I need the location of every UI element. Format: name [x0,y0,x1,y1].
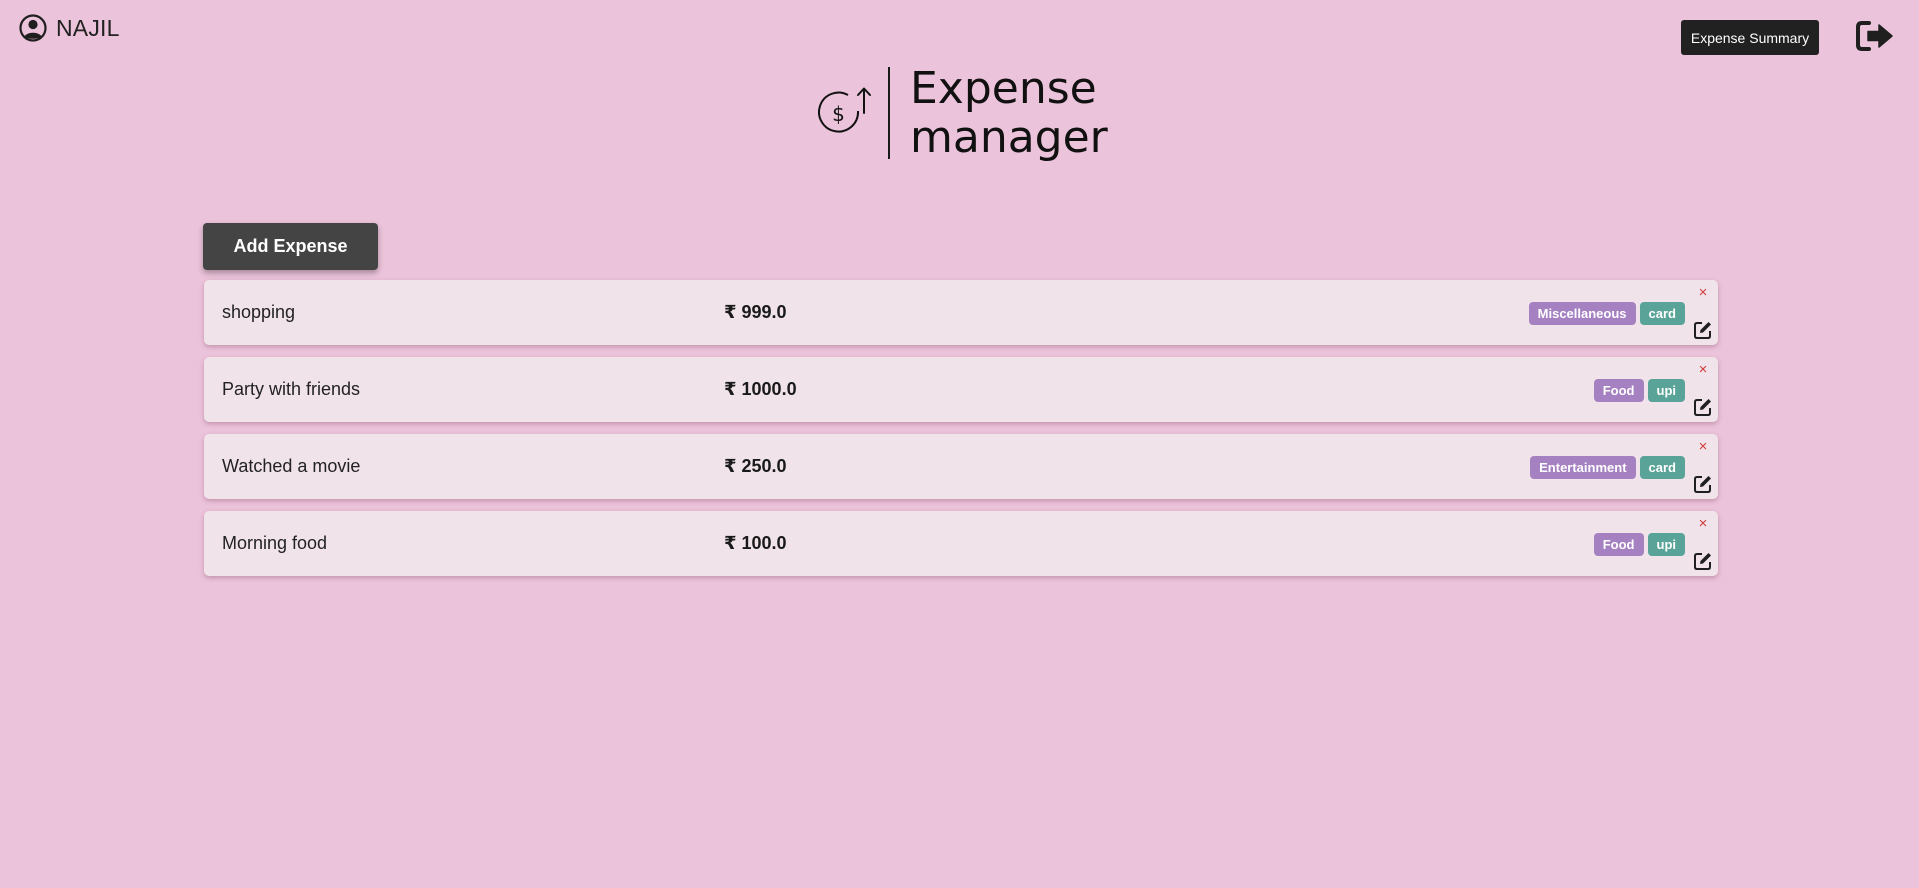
expense-item: Morning food ₹ 100.0 Food upi × [204,511,1718,576]
category-badge: Food [1593,533,1644,556]
category-badge: Food [1593,379,1644,402]
expense-item: shopping ₹ 999.0 Miscellaneous card × [204,280,1718,345]
edit-icon [1694,399,1711,416]
expense-description: Morning food [222,533,328,553]
delete-button[interactable]: × [1696,439,1710,454]
logout-icon [1856,21,1893,51]
expense-tags: Miscellaneous card [1528,302,1685,325]
expense-amount: ₹ 1000.0 [724,379,797,399]
delete-button[interactable]: × [1696,362,1710,377]
app-logo: $ Expense manager [818,64,1108,162]
edit-button[interactable] [1693,397,1713,417]
expense-amount: ₹ 100.0 [724,533,787,553]
app-title-line1: Expense [910,63,1097,114]
delete-button[interactable]: × [1696,285,1710,300]
add-expense-button[interactable]: Add Expense [203,223,378,270]
delete-button[interactable]: × [1696,516,1710,531]
username: NAJIL [56,14,120,41]
edit-button[interactable] [1693,474,1713,494]
expense-item: Watched a movie ₹ 250.0 Entertainment ca… [204,434,1718,499]
user-circle-icon [19,14,47,42]
expense-tags: Food upi [1593,533,1685,556]
user-profile[interactable]: NAJIL [19,14,120,42]
category-badge: Miscellaneous [1528,302,1636,325]
edit-icon [1694,476,1711,493]
dollar-arrow-icon: $ [818,87,871,133]
expense-tags: Food upi [1593,379,1685,402]
edit-button[interactable] [1693,551,1713,571]
expense-amount: ₹ 999.0 [724,302,787,322]
svg-text:$: $ [832,102,845,126]
expense-description: Party with friends [222,379,361,399]
expense-amount: ₹ 250.0 [724,456,787,476]
app-title-line2: manager [910,112,1108,163]
payment-badge: upi [1647,533,1685,556]
payment-badge: card [1639,456,1685,479]
app-title: Expense manager [910,64,1108,162]
expense-description: shopping [222,302,296,322]
category-badge: Entertainment [1530,456,1636,479]
expense-list: shopping ₹ 999.0 Miscellaneous card × Pa… [204,280,1718,588]
edit-icon [1694,322,1711,339]
payment-badge: card [1639,302,1685,325]
payment-badge: upi [1647,379,1685,402]
edit-button[interactable] [1693,320,1713,340]
edit-icon [1694,553,1711,570]
expense-description: Watched a movie [222,456,361,476]
logo-divider [888,67,890,159]
expense-summary-button[interactable]: Expense Summary [1681,20,1819,55]
expense-tags: Entertainment card [1530,456,1685,479]
expense-item: Party with friends ₹ 1000.0 Food upi × [204,357,1718,422]
logout-button[interactable] [1855,19,1895,53]
